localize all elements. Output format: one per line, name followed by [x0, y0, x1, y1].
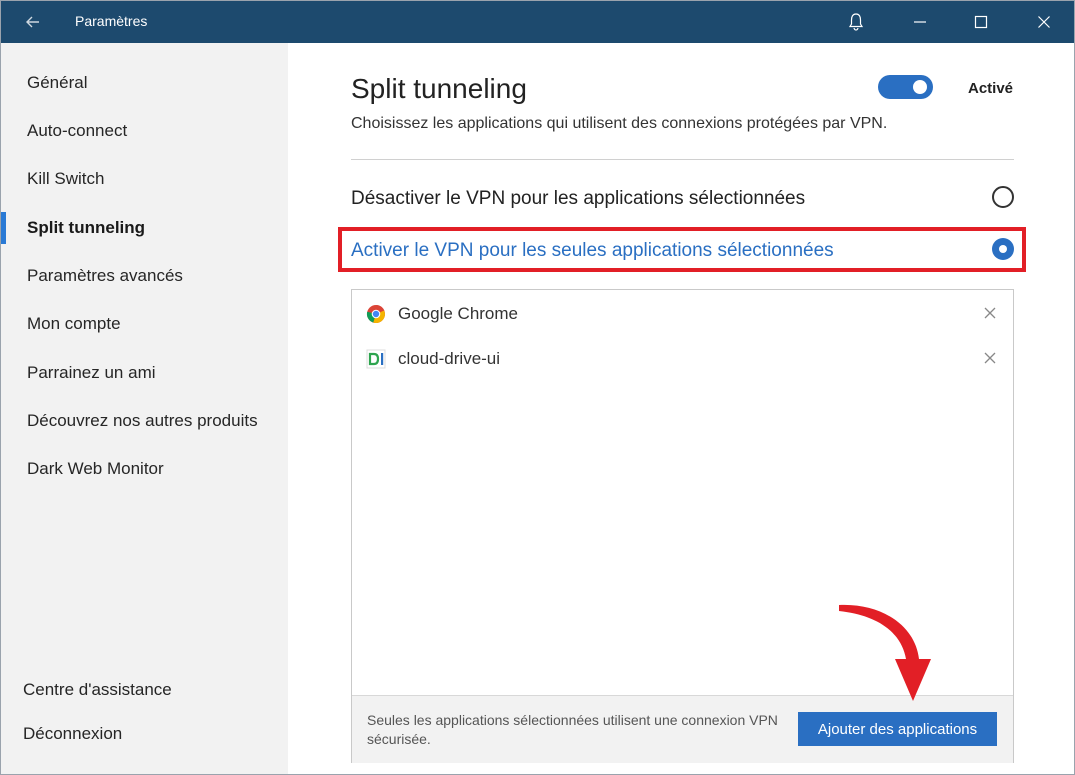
- chrome-icon: [366, 304, 386, 324]
- sidebar-item-kill-switch[interactable]: Kill Switch: [1, 161, 288, 197]
- back-arrow-icon[interactable]: [21, 10, 45, 34]
- split-tunneling-toggle[interactable]: [878, 75, 933, 99]
- sidebar-item-refer-friend[interactable]: Parrainez un ami: [1, 355, 288, 391]
- panel-footer: Seules les applications sélectionnées ut…: [352, 695, 1013, 763]
- sidebar-item-label: Paramètres avancés: [27, 266, 183, 285]
- app-name: Google Chrome: [398, 304, 519, 323]
- remove-icon[interactable]: [982, 350, 998, 366]
- footer-note: Seules les applications sélectionnées ut…: [367, 712, 778, 747]
- maximize-icon[interactable]: [958, 1, 1004, 43]
- option-disable-vpn-selected-apps[interactable]: Désactiver le VPN pour les applications …: [351, 183, 1014, 217]
- sidebar-item-label: Dark Web Monitor: [27, 459, 164, 478]
- toggle-label: Activé: [968, 80, 1014, 97]
- cloud-drive-icon: [366, 349, 386, 369]
- list-item: cloud-drive-ui: [352, 339, 1013, 379]
- toggle-knob: [913, 80, 927, 94]
- page-title: Split tunneling: [351, 73, 527, 104]
- minimize-icon[interactable]: [897, 1, 943, 43]
- sidebar-item-dark-web-monitor[interactable]: Dark Web Monitor: [1, 451, 288, 487]
- sidebar-item-other-products[interactable]: Découvrez nos autres produits: [1, 403, 288, 439]
- sidebar-item-label: Découvrez nos autres produits: [27, 411, 258, 430]
- page-subtitle: Choisissez les applications qui utilisen…: [351, 115, 888, 132]
- option-enable-vpn-selected-apps[interactable]: Activer le VPN pour les seules applicati…: [351, 235, 1014, 269]
- radio-button[interactable]: [992, 238, 1014, 260]
- settings-window: Paramètres Général Auto-connect Kill Swi…: [0, 0, 1075, 775]
- window-title: Paramètres: [75, 13, 148, 29]
- list-item: Google Chrome: [352, 294, 1013, 334]
- radio-button[interactable]: [992, 186, 1014, 208]
- sidebar-item-label: Auto-connect: [27, 121, 128, 140]
- sidebar-item-advanced-settings[interactable]: Paramètres avancés: [1, 258, 288, 294]
- option-label: Désactiver le VPN pour les applications …: [351, 188, 806, 209]
- sidebar-item-label: Kill Switch: [27, 169, 105, 188]
- app-name: cloud-drive-ui: [398, 349, 501, 368]
- sidebar-item-general[interactable]: Général: [1, 65, 288, 101]
- active-indicator: [1, 212, 6, 244]
- selected-apps-panel: Google Chrome cloud-drive-ui Seules les …: [351, 289, 1014, 763]
- close-icon[interactable]: [1021, 1, 1067, 43]
- sidebar-item-label: Split tunneling: [27, 218, 146, 237]
- sidebar-item-label: Parrainez un ami: [27, 363, 156, 382]
- bell-icon[interactable]: [833, 1, 879, 43]
- title-bar: Paramètres: [1, 1, 1074, 43]
- help-center-link[interactable]: Centre d'assistance: [23, 680, 172, 700]
- sidebar-item-label: Général: [27, 73, 88, 92]
- sidebar: Général Auto-connect Kill Switch Split t…: [1, 43, 288, 774]
- add-applications-button[interactable]: Ajouter des applications: [798, 712, 997, 746]
- main-content: Split tunneling Activé Choisissez les ap…: [289, 43, 1074, 774]
- divider: [351, 159, 1014, 160]
- sidebar-item-my-account[interactable]: Mon compte: [1, 306, 288, 342]
- logout-link[interactable]: Déconnexion: [23, 724, 122, 744]
- remove-icon[interactable]: [982, 305, 998, 321]
- sidebar-item-auto-connect[interactable]: Auto-connect: [1, 113, 288, 149]
- sidebar-item-split-tunneling[interactable]: Split tunneling: [1, 210, 288, 246]
- sidebar-item-label: Mon compte: [27, 314, 121, 333]
- option-label: Activer le VPN pour les seules applicati…: [351, 240, 834, 261]
